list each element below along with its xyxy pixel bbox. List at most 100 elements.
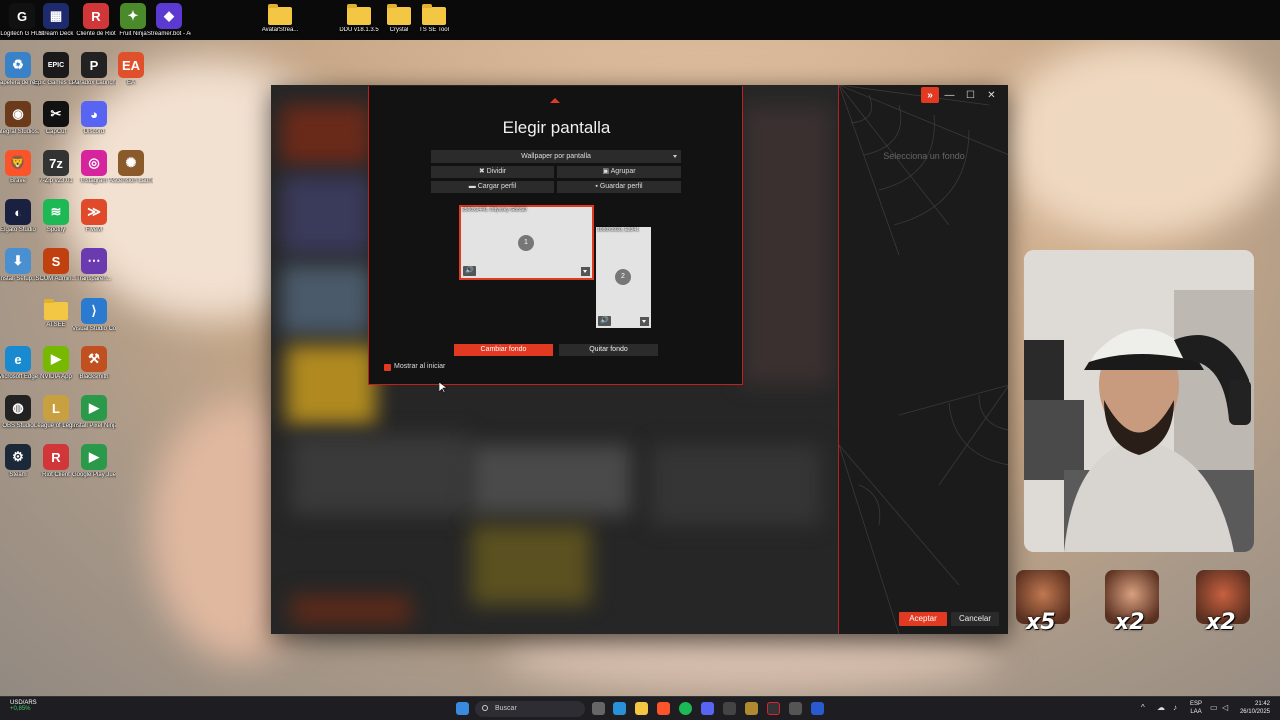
- load-profile-button[interactable]: ▬ Cargar perfil: [431, 181, 554, 193]
- explorer-taskbar-icon[interactable]: [635, 702, 648, 715]
- monitor-2-number: 2: [615, 269, 631, 285]
- desktop-icon-label: Transparen...: [76, 276, 112, 282]
- wallpaper-blob: [1000, 40, 1280, 240]
- app-icon: ⟩: [81, 298, 107, 324]
- folder-icon: [268, 4, 292, 25]
- desktop-icon[interactable]: ▦ Stream Deck: [34, 3, 78, 38]
- minimize-button[interactable]: —: [939, 87, 960, 103]
- search-box[interactable]: Buscar: [475, 701, 585, 717]
- expand-panel-button[interactable]: »: [921, 87, 939, 103]
- app-icon: 7z: [43, 150, 69, 176]
- app-icon: e: [5, 346, 31, 372]
- desktop-icon[interactable]: ▶ Google Play Juegos Beta: [72, 444, 116, 479]
- monitor-1-label: 2560x1440, Odyssey G85SD: [462, 207, 527, 213]
- monitor-1-number: 1: [518, 235, 534, 251]
- desktop-icon[interactable]: ⚒ Blacksmith: [72, 346, 116, 381]
- app-taskbar-icon[interactable]: [767, 702, 780, 715]
- monitor-2-dropdown[interactable]: [640, 317, 649, 326]
- speaker-icon[interactable]: 🔊: [463, 266, 476, 276]
- monitor-2-label: 1080x1920, E2341: [597, 227, 639, 233]
- chevron-up-icon[interactable]: ^: [1141, 704, 1149, 712]
- desktop-icon[interactable]: ⟩ Visual Studio Code: [72, 298, 116, 333]
- desktop-icon[interactable]: ◆ Streamer.bot - Acceso di...: [147, 3, 191, 38]
- group-button[interactable]: ▣ Agrupar: [557, 166, 681, 178]
- wallpaper-app-taskbar-icon[interactable]: [811, 702, 824, 715]
- desktop-icon[interactable]: ✺ Ascension Launcher: [109, 150, 153, 185]
- accept-button[interactable]: Aceptar: [899, 612, 947, 626]
- mic-icon[interactable]: ♪: [1173, 704, 1181, 712]
- dialog-title: Elegir pantalla: [502, 118, 611, 137]
- app-icon: ▶: [43, 346, 69, 372]
- clock-date: 26/10/2025: [1239, 709, 1270, 715]
- save-profile-button[interactable]: ▪ Guardar perfil: [557, 181, 681, 193]
- speaker-icon[interactable]: 🔊: [598, 316, 611, 326]
- desktop-icon[interactable]: ⋯ Transparen...: [72, 248, 116, 283]
- desktop-icon[interactable]: ◕ Discord: [72, 101, 116, 136]
- streamer-camera-image: [1024, 250, 1254, 552]
- app-taskbar-icon[interactable]: [789, 702, 802, 715]
- show-on-start-label: Mostrar al iniciar: [394, 363, 446, 370]
- close-button[interactable]: ✕: [981, 87, 1002, 103]
- mode-dropdown[interactable]: Wallpaper por pantalla: [431, 150, 681, 163]
- desktop-icon-label: Ascension Launcher: [109, 178, 153, 184]
- start-icon[interactable]: [456, 702, 469, 715]
- group-label: Agrupar: [610, 168, 636, 175]
- collapse-caret-icon[interactable]: [550, 98, 560, 103]
- app-icon: R: [83, 3, 109, 29]
- monitor-1-dropdown[interactable]: [581, 267, 590, 276]
- task-view-icon[interactable]: [592, 702, 605, 715]
- desktop-icon[interactable]: EA EA: [109, 52, 153, 87]
- app-icon: ≋: [43, 199, 69, 225]
- desktop-icon-label: Google Play Juegos Beta: [72, 472, 116, 478]
- discord-taskbar-icon[interactable]: [701, 702, 714, 715]
- volume-icon[interactable]: ◁: [1222, 704, 1230, 712]
- desktop-icon[interactable]: DDU v18.1.3.5: [337, 3, 381, 34]
- desktop-icon[interactable]: ▶ Install Pixel Ninja Games...: [72, 395, 116, 430]
- desktop-icon-label: AvatarStrea...: [261, 27, 299, 33]
- cancel-button[interactable]: Cancelar: [951, 612, 999, 626]
- app-icon: 🦁: [5, 150, 31, 176]
- monitor-2[interactable]: 1080x1920, E2341 2 🔊: [596, 227, 651, 328]
- folder-icon: [422, 4, 446, 25]
- desktop-icon-label: Install Pixel Ninja Games...: [72, 423, 116, 429]
- remove-background-button[interactable]: Quitar fondo: [559, 344, 658, 356]
- app-icon: R: [43, 444, 69, 470]
- widgets-ticker[interactable]: USD/ARS +0,85%: [10, 700, 37, 712]
- maximize-button[interactable]: ☐: [960, 87, 981, 103]
- desktop-icon[interactable]: ≫ FiveM: [72, 199, 116, 234]
- app-icon: EA: [118, 52, 144, 78]
- desktop-icon[interactable]: TS SE Tool: [412, 3, 456, 34]
- cloud-icon[interactable]: ☁: [1157, 704, 1165, 712]
- split-button[interactable]: ✖ Dividir: [431, 166, 554, 178]
- app-icon: L: [43, 395, 69, 421]
- brave-taskbar-icon[interactable]: [657, 702, 670, 715]
- app-icon: ⚒: [81, 346, 107, 372]
- app-icon: ≫: [81, 199, 107, 225]
- desktop-icon[interactable]: AvatarStrea...: [258, 3, 302, 34]
- webcam-overlay: [1024, 250, 1254, 552]
- desktop-top-strip: [0, 0, 1280, 40]
- edge-taskbar-icon[interactable]: [613, 702, 626, 715]
- mouse-cursor-icon: [439, 382, 447, 394]
- desktop-icon-label: Visual Studio Code: [72, 326, 116, 332]
- emote-count: x2: [1115, 610, 1145, 635]
- clock-time: 21:42: [1254, 701, 1270, 707]
- mode-dropdown-value: Wallpaper por pantalla: [521, 153, 591, 160]
- language-indicator[interactable]: ESP LAA: [1190, 700, 1202, 716]
- folder-icon: ▬: [468, 183, 478, 190]
- app-taskbar-icon[interactable]: [723, 702, 736, 715]
- app-icon: ◆: [156, 3, 182, 29]
- spotify-taskbar-icon[interactable]: [679, 702, 692, 715]
- app-icon: EPIC: [43, 52, 69, 78]
- network-icon[interactable]: ▭: [1210, 704, 1218, 712]
- search-placeholder: Buscar: [495, 705, 517, 712]
- spiderweb-decoration: [839, 85, 1008, 634]
- choose-screen-dialog: Elegir pantalla Wallpaper por pantalla ✖…: [368, 86, 743, 385]
- window-controls: » — ☐ ✕: [921, 87, 1002, 103]
- app-taskbar-icon[interactable]: [745, 702, 758, 715]
- show-on-start-checkbox[interactable]: [384, 364, 391, 371]
- group-icon: ▣: [602, 168, 611, 175]
- clock[interactable]: 21:42 26/10/2025: [1240, 700, 1270, 716]
- monitor-1[interactable]: 2560x1440, Odyssey G85SD 1 🔊: [459, 205, 594, 280]
- change-background-button[interactable]: Cambiar fondo: [454, 344, 553, 356]
